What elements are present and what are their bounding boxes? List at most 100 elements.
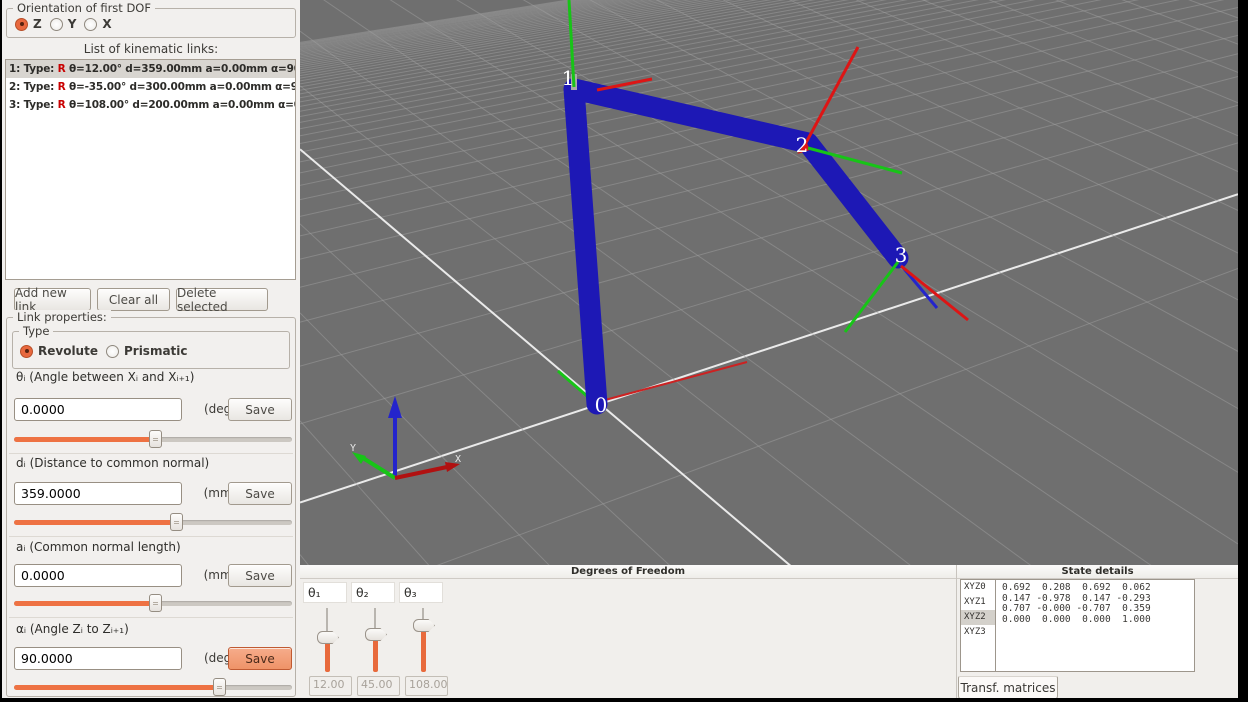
- frame-list-item[interactable]: XYZ2: [961, 610, 995, 625]
- param-value-input[interactable]: [14, 398, 182, 421]
- slider-fill: [14, 601, 155, 606]
- joint0-x-axis: [605, 362, 747, 400]
- grid-line: [300, 31, 1238, 565]
- param-label: θᵢ (Angle between Xᵢ and Xᵢ₊₁): [16, 370, 194, 384]
- link-type-label: Type:: [24, 63, 58, 75]
- param-save-button[interactable]: Save: [228, 398, 292, 421]
- param-value-input[interactable]: [14, 482, 182, 505]
- param-label: αᵢ (Angle Zᵢ to Zᵢ₊₁): [16, 622, 129, 636]
- dof-value: 12.00: [309, 676, 352, 696]
- matrix-row: 0.000 0.000 0.000 1.000: [1002, 615, 1194, 626]
- orientation-frame-label: Orientation of first DOF: [13, 1, 155, 15]
- param-value-input[interactable]: [14, 647, 182, 670]
- joint-label-2: 2: [796, 133, 809, 157]
- frame-list-item[interactable]: XYZ1: [961, 595, 995, 610]
- robot-scene: 0123YX: [300, 0, 1238, 565]
- kinematic-link-row[interactable]: 2: Type: R θ=-35.00° d=300.00mm a=0.00mm…: [6, 78, 295, 96]
- grid-line: [300, 0, 1238, 200]
- orientation-frame: Orientation of first DOF ZYX: [6, 8, 296, 38]
- orientation-radio-group: Z YX: [15, 17, 112, 31]
- transformation-matrix: 0.692 0.208 0.692 0.0620.147 -0.978 0.14…: [995, 579, 1195, 672]
- frame-list-item[interactable]: XYZ0: [961, 580, 995, 595]
- grid-line: [300, 0, 1238, 129]
- radio-icon[interactable]: [20, 345, 33, 358]
- joint-label-1: 1: [562, 66, 575, 90]
- joint1-x-axis: [597, 79, 652, 90]
- param-save-button[interactable]: Save: [228, 647, 292, 670]
- dof-slider-handle[interactable]: [365, 628, 387, 641]
- add-new-link-button[interactable]: Add new link: [14, 288, 91, 311]
- sidebar: Orientation of first DOF ZYX List of kin…: [2, 0, 301, 698]
- link-type-label: Type:: [24, 81, 58, 93]
- radio-icon[interactable]: [106, 345, 119, 358]
- joint-label-3: 3: [895, 243, 908, 267]
- param-value-input[interactable]: [14, 564, 182, 587]
- dof-slider-fill: [421, 625, 426, 672]
- grid-line: [300, 76, 1238, 322]
- frame-list[interactable]: XYZ0XYZ1XYZ2XYZ3: [960, 579, 996, 672]
- dof-slider-track[interactable]: [326, 608, 328, 635]
- state-panel-title: State details: [957, 565, 1238, 579]
- frame-list-item[interactable]: XYZ3: [961, 625, 995, 640]
- link-params: θ=-35.00° d=300.00mm a=0.00mm α=90.00°: [66, 81, 296, 93]
- clear-all-button[interactable]: Clear all: [97, 288, 170, 311]
- param-slider[interactable]: [14, 594, 292, 612]
- link-params: θ=108.00° d=200.00mm a=0.00mm α=0.00°: [66, 99, 296, 111]
- param-slider[interactable]: [14, 678, 292, 696]
- dof-label: θ₁: [303, 582, 347, 603]
- dof-label: θ₂: [351, 582, 395, 603]
- type-frame: Type RevolutePrismatic: [12, 331, 290, 369]
- radio-label: Y: [68, 17, 77, 31]
- section-divider: [9, 617, 293, 618]
- link-type-value: R: [58, 63, 66, 75]
- dof-value: 108.00: [405, 676, 448, 696]
- link-type-value: R: [58, 99, 66, 111]
- tab-transf-matrices[interactable]: Transf. matrices: [958, 676, 1058, 700]
- type-option-prismatic[interactable]: Prismatic: [106, 344, 188, 358]
- robot-arm: [574, 89, 898, 404]
- dof-panel-title: Degrees of Freedom: [300, 565, 956, 579]
- world-y-axis: [363, 458, 395, 478]
- kinematic-link-row[interactable]: 1: Type: R θ=12.00° d=359.00mm a=0.00mm …: [6, 60, 295, 78]
- slider-fill: [14, 437, 155, 442]
- kinematic-links-list[interactable]: 1: Type: R θ=12.00° d=359.00mm a=0.00mm …: [5, 59, 296, 280]
- joint-label-0: 0: [595, 393, 608, 417]
- dof-slider-handle[interactable]: [413, 619, 435, 632]
- joint3-x-axis: [901, 266, 968, 320]
- link-properties-label: Link properties:: [13, 310, 111, 324]
- dof-slider-handle[interactable]: [317, 631, 339, 644]
- param-save-button[interactable]: Save: [228, 564, 292, 587]
- 3d-viewport[interactable]: 0123YX: [300, 0, 1238, 565]
- grid-line: [300, 555, 1238, 565]
- link-index: 2:: [9, 81, 24, 93]
- radio-icon[interactable]: [84, 18, 97, 31]
- window-edge: [1238, 0, 1248, 702]
- orientation-option-z[interactable]: Z: [15, 17, 42, 31]
- delete-selected-button[interactable]: Delete selected: [176, 288, 268, 311]
- grid-line: [300, 0, 1238, 122]
- grid-line: [300, 0, 1238, 409]
- matrix-row: 0.692 0.208 0.692 0.062: [1002, 583, 1194, 594]
- radio-icon[interactable]: [15, 18, 28, 31]
- kinematic-link-row[interactable]: 3: Type: R θ=108.00° d=200.00mm a=0.00mm…: [6, 96, 295, 114]
- slider-handle[interactable]: [213, 678, 226, 696]
- slider-handle[interactable]: [170, 513, 183, 531]
- dof-label: θ₃: [399, 582, 443, 603]
- dh-simulator-window: Orientation of first DOF ZYX List of kin…: [0, 0, 1248, 702]
- param-save-button[interactable]: Save: [228, 482, 292, 505]
- type-option-revolute[interactable]: Revolute: [20, 344, 98, 358]
- grid-line: [300, 86, 1238, 565]
- param-slider[interactable]: [14, 430, 292, 448]
- slider-handle[interactable]: [149, 594, 162, 612]
- slider-fill: [14, 685, 219, 690]
- radio-label: Z: [33, 17, 42, 31]
- radio-icon[interactable]: [50, 18, 63, 31]
- slider-handle[interactable]: [149, 430, 162, 448]
- param-slider[interactable]: [14, 513, 292, 531]
- radio-label: Revolute: [38, 344, 98, 358]
- grid-line: [300, 268, 1238, 565]
- slider-fill: [14, 520, 176, 525]
- orientation-option-x[interactable]: X: [84, 17, 111, 31]
- orientation-option-y[interactable]: Y: [50, 17, 77, 31]
- link-type-value: R: [58, 81, 66, 93]
